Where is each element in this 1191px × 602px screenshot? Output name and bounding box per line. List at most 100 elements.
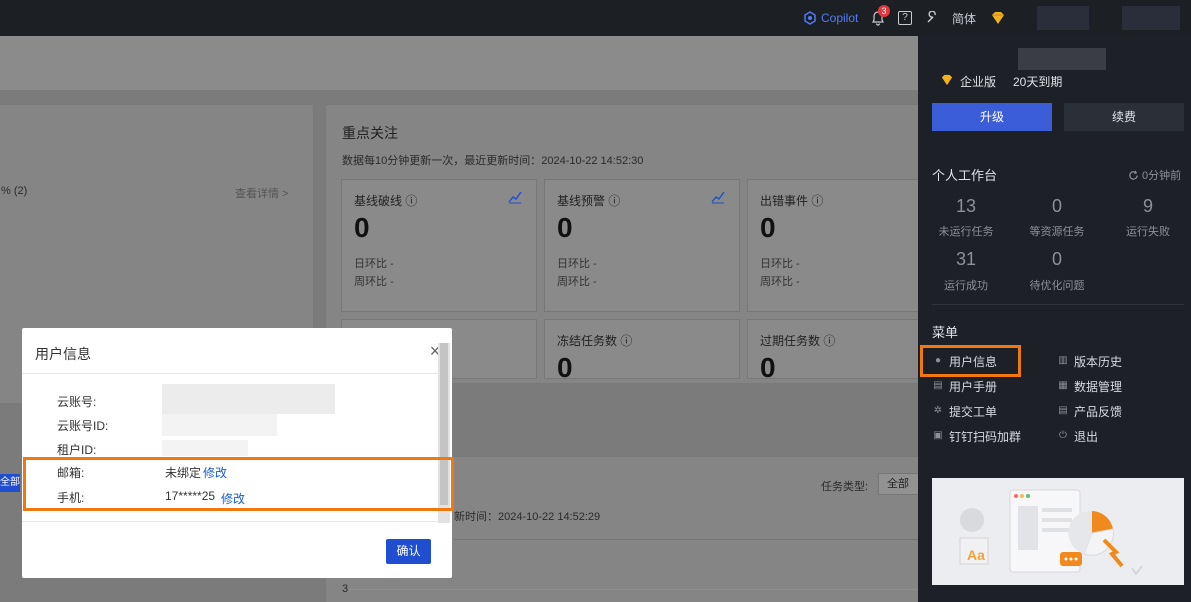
language-switch[interactable]: 简体 [952,9,976,27]
stat-label: 冻结任务数 ⓘ [557,334,633,348]
divider [22,373,438,374]
copilot-button[interactable]: Copilot [803,9,858,27]
qr-icon: ▣ [933,430,943,441]
chart-line [454,539,934,540]
expiry-label: 20天到期 [1013,75,1063,89]
help-button[interactable]: ? [898,9,912,27]
trend-chart-icon[interactable] [508,190,522,204]
user-avatar-redacted[interactable] [1037,6,1089,30]
user-name-redacted [1122,6,1180,30]
dialog-title: 用户信息 [35,346,91,362]
menu-label: 提交工单 [949,404,998,419]
stat-value: 0 [557,212,573,243]
stat-optimize-label[interactable]: 待优化问题 [1017,277,1097,293]
menu-submit-ticket[interactable]: ✲ 提交工单 [933,403,997,419]
edition-label: 企业版 [960,75,997,89]
wrench-icon [927,11,936,23]
feedback-icon: ▤ [1058,405,1068,416]
user-dropdown-panel: 企业版 20天到期 升级 续费 个人工作台 0分钟前 13 未运行任务 0 等资… [918,36,1191,602]
account-name-redacted [1018,48,1106,70]
vip-gem-icon[interactable] [990,9,1006,27]
book-icon: ▤ [933,380,943,391]
copilot-icon [804,11,816,25]
stat-error-events[interactable]: 出错事件 ⓘ 0 日环比 - 周环比 - [747,179,943,312]
cloud-account-value-redacted [162,384,335,414]
svg-text:Aa: Aa [967,547,985,563]
view-details-link[interactable]: 查看详情 > [235,185,288,201]
divider [932,304,1184,305]
menu-product-feedback[interactable]: ▤ 产品反馈 [1058,403,1122,419]
stat-failed-value: 9 [1142,196,1153,216]
notification-badge: 3 [878,5,890,17]
workspace-title: 个人工作台 [932,168,998,183]
copilot-label: Copilot [821,11,859,25]
stat-label: 出错事件 ⓘ [760,194,824,208]
menu-logout[interactable]: ⏻ 退出 [1058,428,1098,444]
stat-success-label[interactable]: 运行成功 [926,277,1006,293]
user-info-dialog: 用户信息 × 云账号: 云账号ID: 租户ID: 邮箱: 未绑定 修改 手机: … [22,328,452,578]
stat-label: 基线预警 ⓘ [557,194,621,208]
stat-failed-label[interactable]: 运行失败 [1108,223,1188,239]
promo-banner[interactable]: Aa [932,478,1184,585]
menu-label: 产品反馈 [1074,404,1123,419]
menu-dingtalk-qr[interactable]: ▣ 钉钉扫码加群 [933,428,1021,444]
stat-not-run-value: 13 [955,196,977,216]
stat-baseline-warning[interactable]: 基线预警 ⓘ 0 日环比 - 周环比 - [544,179,740,312]
menu-version-history[interactable]: ▥ 版本历史 [1058,353,1122,369]
stat-value: 0 [760,212,776,243]
stat-day-ratio: 日环比 - [354,258,394,270]
stat-waiting-label[interactable]: 等资源任务 [1017,223,1097,239]
top-bar: Copilot 3 ? 简体 [0,0,1191,36]
cloud-account-label: 云账号: [57,395,97,409]
stat-waiting-value: 0 [1051,196,1062,216]
cloud-account-id-label: 云账号ID: [57,419,109,433]
stat-label: 过期任务数 ⓘ [760,334,836,348]
page-header [0,36,918,90]
chart-gridline [348,589,928,590]
refresh-button[interactable]: 0分钟前 [1128,167,1181,183]
stat-week-ratio: 周环比 - [557,276,597,288]
all-filter-badge[interactable]: 全部 [0,474,20,492]
menu-label: 版本历史 [1074,354,1123,369]
stat-baseline-broken[interactable]: 基线破线 ⓘ 0 日环比 - 周环比 - [341,179,537,312]
renew-button[interactable]: 续费 [1064,103,1184,131]
confirm-button[interactable]: 确认 [386,539,431,564]
menu-data-management[interactable]: ▦ 数据管理 [1058,378,1122,394]
focus-title: 重点关注 [342,125,398,141]
menu-label: 退出 [1074,429,1099,444]
tenant-id-label: 租户ID: [57,443,97,457]
menu-label: 数据管理 [1074,379,1123,394]
stat-day-ratio: 日环比 - [760,258,800,270]
stat-not-run-label[interactable]: 未运行任务 [926,223,1006,239]
task-type-label: 任务类型: [821,481,869,493]
stat-day-ratio: 日环比 - [557,258,597,270]
menu-user-manual[interactable]: ▤ 用户手册 [933,378,997,394]
stat-label: 基线破线 ⓘ [354,194,418,208]
tools-button[interactable] [925,9,939,27]
menu-title: 菜单 [932,325,959,340]
stat-expired-tasks[interactable]: 过期任务数 ⓘ 0 [747,319,943,383]
stat-week-ratio: 周环比 - [354,276,394,288]
trend-chart-icon[interactable] [711,190,725,204]
left-percent: % (2) [1,185,28,197]
help-icon: ? [898,11,912,25]
stat-optimize-value: 0 [1051,249,1062,269]
stat-week-ratio: 周环比 - [760,276,800,288]
highlight-box-user-info [920,345,1021,377]
promo-illustration: Aa [932,478,1184,585]
tenant-id-value-redacted [162,440,248,456]
power-icon: ⏻ [1059,430,1067,441]
stat-frozen-tasks[interactable]: 冻结任务数 ⓘ 0 [544,319,740,383]
menu-label: 钉钉扫码加群 [949,429,1022,444]
divider [22,521,438,522]
menu-label: 用户手册 [949,379,998,394]
refresh-icon [1129,170,1138,180]
history-icon: ▥ [1058,355,1068,366]
gear-icon: ✲ [933,405,943,416]
upgrade-button[interactable]: 升级 [932,103,1052,131]
stat-value: 0 [760,352,776,383]
y-tick: 3 [342,583,349,595]
update-time: 新时间：2024-10-22 14:52:29 [454,511,601,523]
stat-success-value: 31 [955,249,977,269]
highlight-box-contact [23,457,454,511]
